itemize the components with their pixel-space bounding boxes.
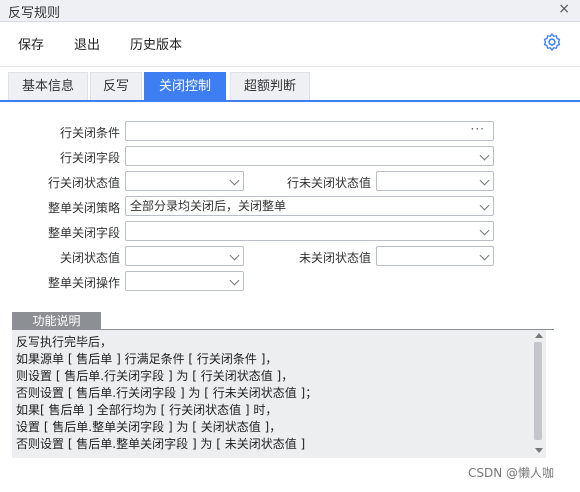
- tab-underline: [0, 100, 580, 102]
- desc-line: 反写执行完毕后，: [16, 335, 113, 349]
- whole-close-op-label: 整单关闭操作: [47, 276, 120, 290]
- whole-close-op-select[interactable]: [125, 271, 244, 291]
- ellipsis-icon[interactable]: ···: [471, 122, 485, 138]
- desc-line: 则设置 [ 售后单.行关闭字段 ] 为 [ 行关闭状态值 ]，: [16, 369, 294, 383]
- row-close-field-label: 行关闭字段: [59, 151, 120, 165]
- tab-writeback[interactable]: 反写: [90, 72, 142, 100]
- save-button[interactable]: 保存: [18, 34, 44, 53]
- row-close-condition-field[interactable]: ···: [125, 121, 494, 141]
- row-close-field-select[interactable]: [125, 146, 494, 166]
- row-close-condition-label: 行关闭条件: [59, 126, 120, 140]
- description-header: 功能说明: [12, 312, 101, 330]
- chevron-down-icon: [229, 250, 240, 261]
- watermark: CSDN @懒人咖: [468, 466, 555, 480]
- scroll-up-arrow-icon[interactable]: [535, 333, 543, 338]
- chevron-down-icon: [479, 225, 490, 236]
- tab-overage-judgment[interactable]: 超额判断: [230, 72, 310, 100]
- tab-basic-info[interactable]: 基本信息: [8, 72, 88, 100]
- row-unclosed-value-select[interactable]: [376, 171, 494, 191]
- chevron-down-icon: [479, 175, 490, 186]
- close-icon[interactable]: ×: [558, 1, 570, 17]
- unclosed-value-select[interactable]: [376, 246, 494, 266]
- scroll-down-arrow-icon[interactable]: [535, 448, 543, 453]
- whole-close-strategy-label: 整单关闭策略: [47, 201, 120, 215]
- chevron-down-icon: [479, 250, 490, 261]
- whole-close-field-label: 整单关闭字段: [47, 226, 120, 240]
- scrollbar-thumb[interactable]: [534, 342, 542, 440]
- title-bar: 反写规则 ×: [0, 0, 580, 22]
- desc-line: 如果[ 售后单 ] 全部行均为 [ 行关闭状态值 ] 时，: [16, 403, 278, 417]
- whole-close-field-select[interactable]: [125, 221, 494, 241]
- desc-line: 否则设置 [ 售后单.行关闭字段 ] 为 [ 行未关闭状态值 ]；: [16, 386, 318, 400]
- chevron-down-icon: [229, 275, 240, 286]
- closed-value-select[interactable]: [125, 246, 244, 266]
- closed-value-label: 关闭状态值: [59, 251, 120, 265]
- history-button[interactable]: 历史版本: [130, 34, 182, 53]
- row-closed-value-select[interactable]: [125, 171, 244, 191]
- row-unclosed-value-label: 行未关闭状态值: [286, 176, 371, 190]
- unclosed-value-label: 未关闭状态值: [298, 251, 371, 265]
- window-title: 反写规则: [8, 6, 61, 21]
- description-panel: 反写执行完毕后， 如果源单 [ 售后单 ] 行满足条件 [ 行关闭条件 ]， 则…: [12, 330, 546, 458]
- exit-button[interactable]: 退出: [74, 34, 100, 53]
- chevron-down-icon: [229, 175, 240, 186]
- desc-line: 设置 [ 售后单.整单关闭字段 ] 为 [ 关闭状态值 ]，: [16, 420, 282, 434]
- chevron-down-icon: [479, 150, 490, 161]
- gear-icon[interactable]: [542, 32, 562, 52]
- desc-line: 如果源单 [ 售后单 ] 行满足条件 [ 行关闭条件 ]，: [16, 352, 278, 366]
- toolbar: 保存 退出 历史版本: [0, 22, 580, 66]
- chevron-down-icon: [479, 200, 490, 211]
- whole-close-strategy-select[interactable]: 全部分录均关闭后，关闭整单: [125, 196, 494, 216]
- desc-line: 否则设置 [ 售后单.整单关闭字段 ] 为 [ 未关闭状态值 ]: [16, 437, 306, 451]
- row-closed-value-label: 行关闭状态值: [47, 176, 120, 190]
- tab-close-control[interactable]: 关闭控制: [144, 72, 226, 100]
- toolbar-divider: [0, 66, 580, 67]
